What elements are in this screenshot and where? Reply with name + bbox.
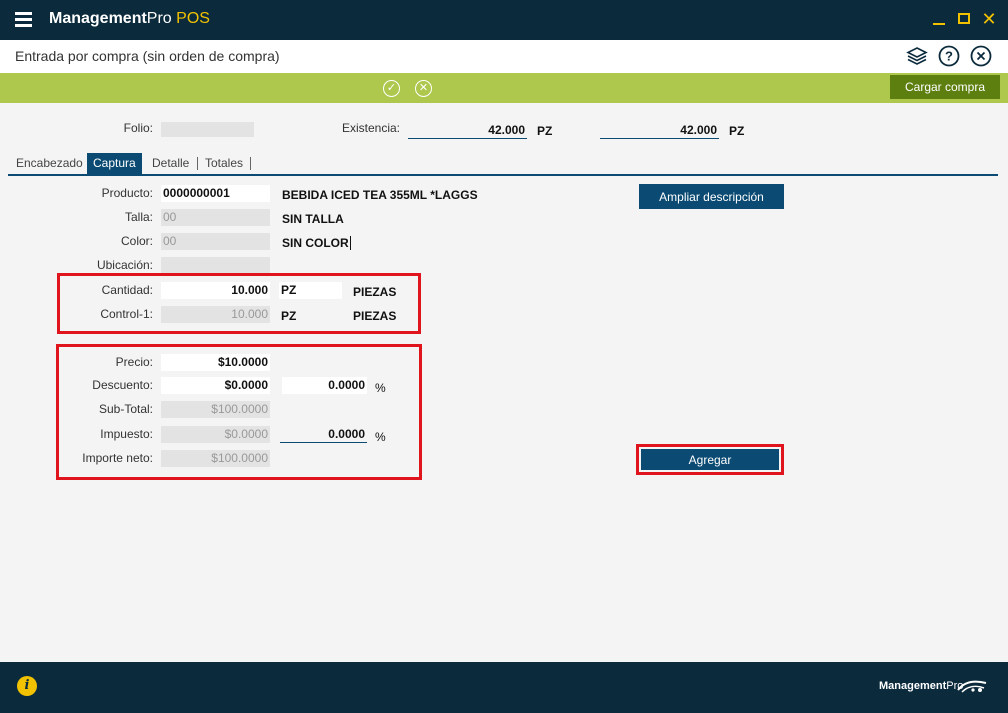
add-button[interactable]: Agregar bbox=[641, 449, 779, 470]
layers-icon[interactable] bbox=[906, 45, 928, 67]
title-bar: ManagementPro POS ✕ bbox=[0, 0, 1008, 40]
control-unit: PZ bbox=[281, 309, 297, 323]
subtotal-label: Sub-Total: bbox=[98, 402, 153, 416]
close-icon[interactable] bbox=[970, 45, 992, 67]
color-description: SIN COLOR bbox=[282, 236, 351, 250]
confirm-icon[interactable]: ✓ bbox=[383, 80, 400, 97]
talla-label: Talla: bbox=[124, 210, 153, 224]
action-bar: ✓ ✕ Cargar compra bbox=[0, 73, 1008, 103]
cantidad-unit-input[interactable]: PZ bbox=[279, 282, 342, 299]
existencia-field-1: 42.000 bbox=[408, 122, 527, 139]
impuesto-percent-sign: % bbox=[375, 430, 386, 444]
tab-captura[interactable]: Captura bbox=[87, 153, 142, 174]
existencia-unit-2: PZ bbox=[729, 124, 745, 138]
menu-icon[interactable] bbox=[15, 12, 32, 27]
footer: i ManagementPro bbox=[0, 662, 1008, 713]
close-window-icon[interactable]: ✕ bbox=[979, 9, 999, 29]
importe-neto-label: Importe neto: bbox=[82, 451, 153, 465]
app-name-pos: POS bbox=[171, 10, 210, 27]
existencia-unit-1: PZ bbox=[537, 124, 553, 138]
talla-code-field[interactable]: 00 bbox=[161, 209, 270, 226]
control-field: 10.000 bbox=[161, 306, 270, 323]
color-code-field[interactable]: 00 bbox=[161, 233, 270, 250]
info-icon[interactable]: i bbox=[17, 676, 37, 696]
importe-neto-field: $100.0000 bbox=[161, 450, 270, 467]
precio-label: Precio: bbox=[115, 355, 153, 369]
folio-label: Folio: bbox=[123, 121, 153, 135]
precio-input[interactable]: $10.0000 bbox=[161, 354, 270, 371]
load-purchase-button[interactable]: Cargar compra bbox=[890, 75, 1000, 99]
tab-encabezado[interactable]: Encabezado bbox=[10, 153, 89, 174]
cantidad-unit-description: PIEZAS bbox=[353, 285, 397, 299]
page-header: Entrada por compra (sin orden de compra)… bbox=[0, 40, 1008, 73]
producto-label: Producto: bbox=[101, 186, 153, 200]
subtotal-field: $100.0000 bbox=[161, 401, 270, 418]
maximize-icon[interactable] bbox=[954, 9, 974, 29]
app-title: ManagementPro POS bbox=[49, 10, 210, 28]
brand-name: Management bbox=[879, 680, 947, 692]
control-label: Control-1: bbox=[100, 307, 153, 321]
cantidad-input[interactable]: 10.000 bbox=[161, 282, 270, 299]
ubicacion-label: Ubicación: bbox=[96, 258, 153, 272]
tab-separator bbox=[197, 157, 198, 170]
cantidad-label: Cantidad: bbox=[101, 283, 153, 297]
app-name: Management bbox=[49, 10, 147, 27]
svg-text:?: ? bbox=[945, 49, 953, 64]
minimize-icon[interactable] bbox=[929, 9, 949, 29]
descuento-percent-input[interactable]: 0.0000 bbox=[282, 377, 367, 394]
descuento-percent-sign: % bbox=[375, 381, 386, 395]
impuesto-field: $0.0000 bbox=[161, 426, 270, 443]
existencia-label: Existencia: bbox=[341, 121, 400, 135]
impuesto-label: Impuesto: bbox=[100, 427, 153, 441]
brand-mark-icon bbox=[957, 680, 987, 693]
existencia-field-2: 42.000 bbox=[600, 122, 719, 139]
app-name-pro: Pro bbox=[146, 10, 172, 27]
color-label: Color: bbox=[120, 234, 153, 248]
tab-detalle[interactable]: Detalle bbox=[146, 153, 195, 174]
producto-code-input[interactable]: 0000000001 bbox=[161, 185, 270, 202]
ubicacion-field[interactable] bbox=[161, 257, 270, 274]
tab-separator bbox=[250, 157, 251, 170]
tab-underline bbox=[8, 174, 998, 176]
help-icon[interactable]: ? bbox=[938, 45, 960, 67]
cancel-icon[interactable]: ✕ bbox=[415, 80, 432, 97]
brand-logo: ManagementPro bbox=[879, 680, 963, 692]
folio-field[interactable] bbox=[161, 122, 254, 137]
talla-description: SIN TALLA bbox=[282, 212, 344, 226]
descuento-input[interactable]: $0.0000 bbox=[161, 377, 270, 394]
tab-totales[interactable]: Totales bbox=[199, 153, 249, 174]
expand-description-button[interactable]: Ampliar descripción bbox=[639, 184, 784, 209]
control-unit-description: PIEZAS bbox=[353, 309, 397, 323]
impuesto-percent-field[interactable]: 0.0000 bbox=[280, 426, 367, 443]
page-title: Entrada por compra (sin orden de compra) bbox=[15, 48, 280, 64]
producto-description: BEBIDA ICED TEA 355ML *LAGGS bbox=[282, 188, 478, 202]
descuento-label: Descuento: bbox=[92, 378, 153, 392]
